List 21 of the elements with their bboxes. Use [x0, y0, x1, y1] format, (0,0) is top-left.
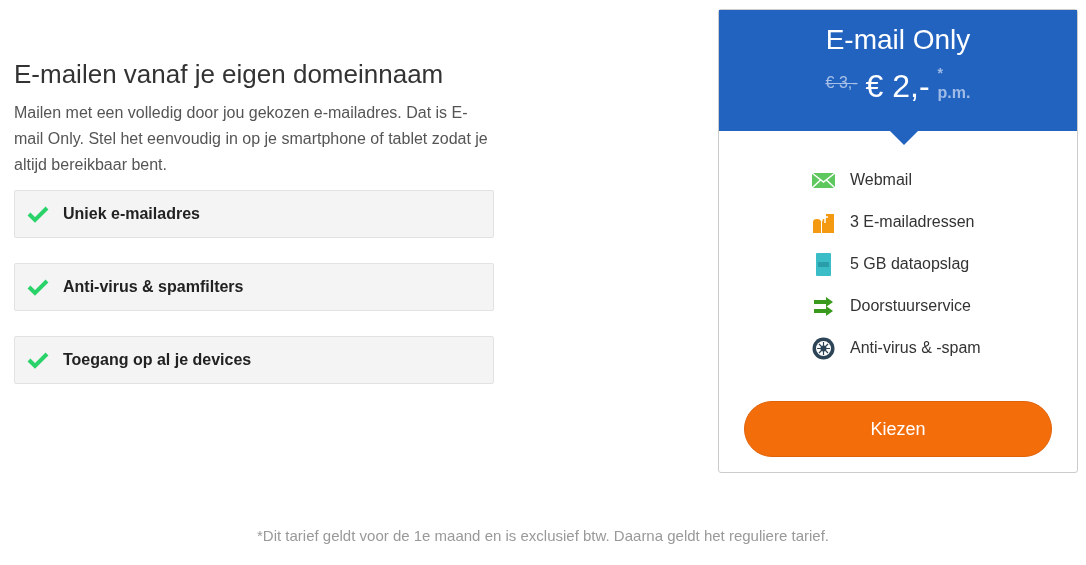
feature-label: Anti-virus & -spam [850, 339, 981, 357]
choose-button[interactable]: Kiezen [744, 401, 1052, 457]
plan-name: E-mail Only [825, 24, 971, 56]
asterisk: * [937, 68, 945, 78]
heading: E-mailen vanaf je eigen domeinnaam [14, 59, 445, 90]
benefit-label: Anti-virus & spamfilters [63, 278, 244, 296]
check-icon [27, 205, 49, 223]
period: p.m. [937, 84, 971, 102]
check-icon [27, 278, 49, 296]
footnote: *Dit tarief geldt voor de 1e maand en is exclusief btw. Daarna geldt het reguliere tarief. [256, 527, 830, 544]
benefit-label: Toegang op al je devices [63, 351, 252, 369]
feature-label: Doorstuurservice [850, 297, 971, 315]
feature-label: Webmail [850, 171, 912, 189]
virus-icon [811, 335, 836, 361]
feature-label: 3 E-mailadressen [850, 213, 975, 231]
description: Mailen met een volledig door jou gekozen e-mailadres. Dat is E-mail Only. Stel het eenvoudig in op je smartphone of tablet zodat je altijd bereikbaar bent. [14, 103, 489, 175]
benefit-label: Uniek e-mailadres [63, 205, 200, 223]
feature-label: 5 GB dataopslag [850, 255, 970, 273]
old-price: € 3,- [825, 74, 858, 92]
check-icon [27, 351, 49, 369]
price: € 2,- [865, 68, 930, 105]
